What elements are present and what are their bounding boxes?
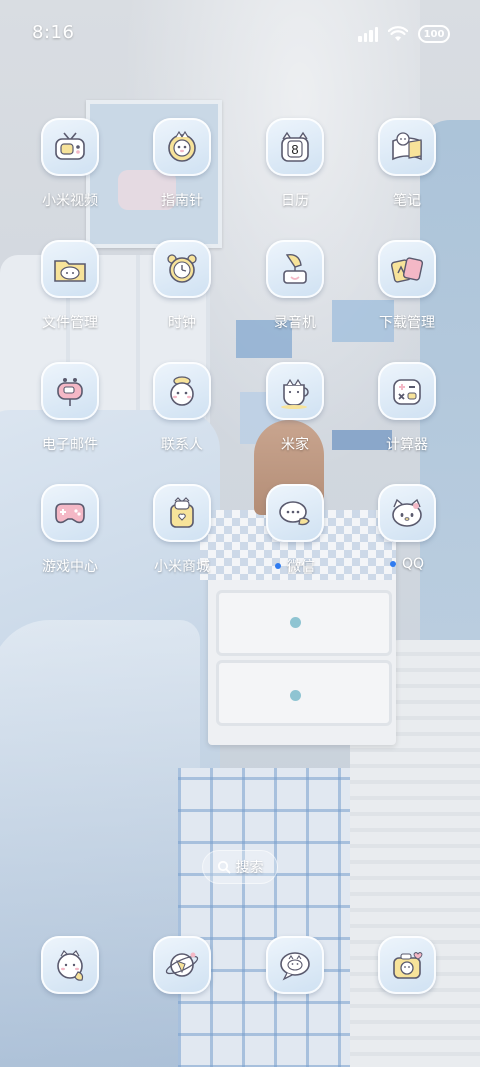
app-calendar[interactable]: 8 日历 <box>250 118 340 210</box>
contact-cat-icon <box>153 362 211 420</box>
app-file-manager[interactable]: 文件管理 <box>25 240 115 332</box>
app-label: 电子邮件 <box>42 437 98 453</box>
search-button[interactable]: 搜索 <box>202 850 278 884</box>
wallpaper-knob <box>290 690 301 701</box>
app-label: 米家 <box>281 437 309 453</box>
app-downloads[interactable]: 下载管理 <box>362 240 452 332</box>
app-mi-store[interactable]: 小米商城 <box>137 484 227 576</box>
search-icon <box>217 860 230 874</box>
new-indicator-dot <box>275 563 281 569</box>
app-calculator[interactable]: 计算器 <box>362 362 452 454</box>
app-label: 联系人 <box>161 437 203 453</box>
wallpaper-knob <box>290 617 301 628</box>
phone-cat-icon <box>57 950 84 981</box>
app-label: 日历 <box>281 193 309 209</box>
app-label: 录音机 <box>274 315 316 331</box>
app-game-center[interactable]: 游戏中心 <box>25 484 115 576</box>
wifi-icon <box>388 26 408 41</box>
dock-browser-button[interactable] <box>153 936 211 994</box>
app-wechat[interactable]: 微信 <box>250 484 340 576</box>
app-qq[interactable]: QQ <box>362 484 452 572</box>
battery-icon: 100 <box>418 25 450 43</box>
status-icons: 100 <box>358 22 450 46</box>
wallpaper-drawer <box>216 590 392 656</box>
signal-icon <box>358 26 378 42</box>
app-email[interactable]: 电子邮件 <box>25 362 115 454</box>
browser-planet-icon <box>165 952 199 977</box>
clock-time: 8:16 <box>32 22 75 43</box>
calculator-icon <box>378 362 436 420</box>
app-contacts[interactable]: 联系人 <box>137 362 227 454</box>
dock-messages-button[interactable] <box>266 936 324 994</box>
app-recorder[interactable]: 录音机 <box>250 240 340 332</box>
app-label: QQ <box>401 556 425 572</box>
app-label: 笔记 <box>393 193 421 209</box>
dock-camera-button[interactable] <box>378 936 436 994</box>
app-label: 小米商城 <box>154 559 210 575</box>
app-notes[interactable]: 笔记 <box>362 118 452 210</box>
app-label: 指南针 <box>161 193 203 209</box>
status-bar: 8:16 100 <box>0 0 480 70</box>
app-mijia[interactable]: 米家 <box>250 362 340 454</box>
app-label: 微信 <box>287 559 315 575</box>
app-label: 时钟 <box>168 315 196 331</box>
cat-cup-icon <box>266 362 324 420</box>
camera-cat-icon <box>393 952 423 979</box>
search-label: 搜索 <box>235 860 264 876</box>
app-compass[interactable]: 指南针 <box>137 118 227 210</box>
compass-cat-icon <box>153 118 211 176</box>
wallpaper-drawer <box>216 660 392 726</box>
folder-cat-icon <box>41 240 99 298</box>
calendar-date: 8 <box>291 142 298 157</box>
message-cat-icon <box>280 952 310 981</box>
new-indicator-dot <box>389 561 396 567</box>
wallpaper-blanket <box>0 620 200 1067</box>
app-label: 计算器 <box>386 437 428 453</box>
app-clock[interactable]: 时钟 <box>137 240 227 332</box>
download-cards-icon <box>378 240 436 298</box>
mailbox-icon <box>41 362 99 420</box>
tv-cat-icon <box>41 118 99 176</box>
notebook-cat-icon <box>378 118 436 176</box>
app-label: 下载管理 <box>379 315 435 331</box>
calendar-cat-icon: 8 <box>266 118 324 176</box>
app-label: 小米视频 <box>42 193 98 209</box>
gramophone-icon <box>266 240 324 298</box>
dock-phone-button[interactable] <box>41 936 99 994</box>
app-xiaomi-video[interactable]: 小米视频 <box>25 118 115 210</box>
alarm-clock-icon <box>153 240 211 298</box>
chat-bubbles-icon <box>266 484 324 542</box>
kitty-face-icon <box>378 484 436 542</box>
shopping-bag-cat-icon <box>153 484 211 542</box>
home-screen: 8:16 100 小米视频 指南针 8 日历 笔记 文件管理 时钟 录音机 下载… <box>0 0 480 1067</box>
app-label: 文件管理 <box>42 315 98 331</box>
gamepad-icon <box>41 484 99 542</box>
app-label: 游戏中心 <box>42 559 98 575</box>
